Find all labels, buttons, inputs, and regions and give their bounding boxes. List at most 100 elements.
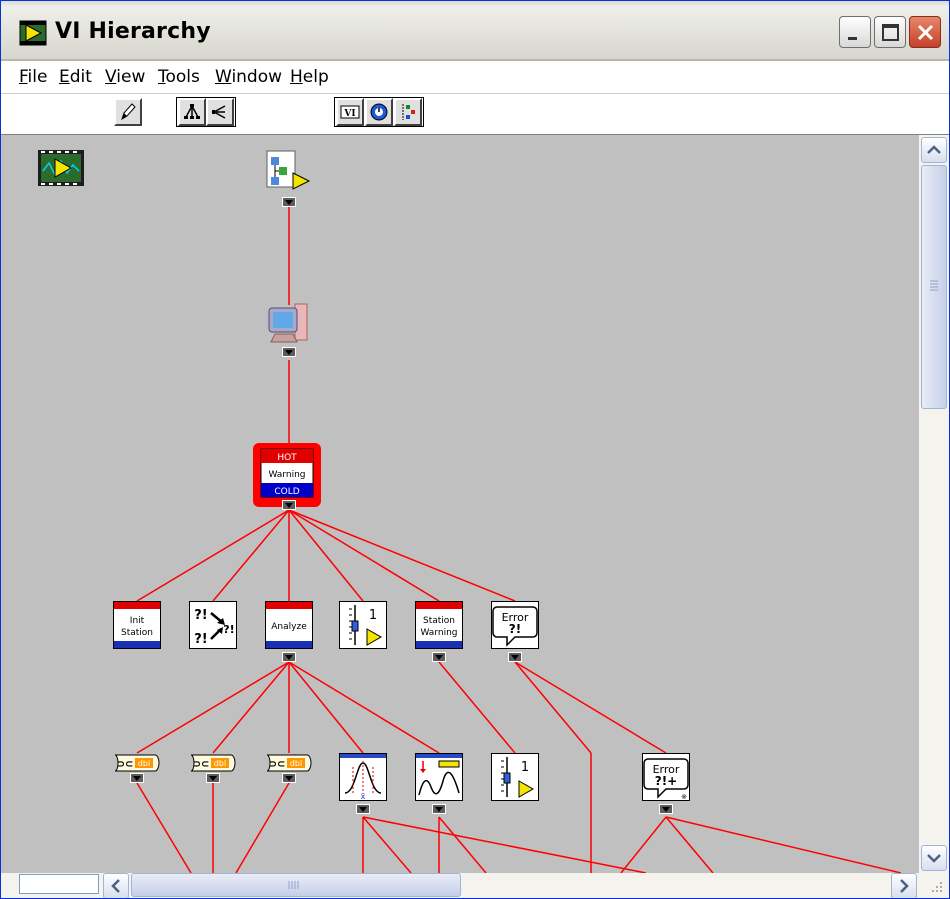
error-handler-plus-icon: Error ?!+ ※: [642, 753, 690, 801]
station-warning-vi-icon: Station Warning: [415, 601, 463, 649]
expand-toggle[interactable]: [282, 652, 296, 662]
scroll-left-button[interactable]: [103, 873, 129, 898]
menu-view[interactable]: View: [105, 67, 145, 87]
vertical-scroll-thumb[interactable]: [921, 165, 947, 409]
minimize-icon: [848, 37, 857, 40]
grip-icon: [930, 280, 938, 291]
labview-project-icon[interactable]: [37, 149, 85, 197]
svg-text:1: 1: [369, 608, 377, 623]
horizontal-layout-button[interactable]: [206, 98, 234, 126]
expand-toggle[interactable]: [508, 652, 522, 662]
menu-window[interactable]: Window: [215, 67, 282, 87]
conversion-dbl-icon: ⊃⊂ dbl: [190, 754, 236, 772]
svg-text:Analyze: Analyze: [271, 622, 307, 632]
maximize-button[interactable]: [874, 16, 906, 48]
horizontal-layout-icon: [212, 105, 226, 119]
menu-tools[interactable]: Tools: [158, 67, 200, 87]
slider-node[interactable]: 1: [339, 601, 387, 649]
slider-vi-icon: 1: [491, 753, 539, 801]
show-typedefs-button[interactable]: [394, 98, 422, 126]
show-vis-button[interactable]: VI: [336, 98, 364, 126]
window-title: VI Hierarchy: [55, 19, 211, 44]
simple-error-handler-node[interactable]: Error ?!: [491, 601, 539, 649]
svg-text:Station: Station: [121, 628, 153, 638]
menu-edit[interactable]: Edit: [59, 67, 92, 87]
status-field: [19, 874, 99, 894]
scroll-right-button[interactable]: [891, 873, 917, 898]
conversion-dbl-icon: ⊃⊂ dbl: [266, 754, 312, 772]
my-computer-node[interactable]: [265, 300, 313, 348]
expand-toggle[interactable]: [206, 773, 220, 783]
menu-file[interactable]: File: [19, 67, 47, 87]
svg-text:Station: Station: [423, 616, 455, 626]
scroll-down-button[interactable]: [921, 845, 947, 871]
slider-vi-icon: 1: [339, 601, 387, 649]
error-prompt-icon: ?! ?! ?!: [189, 601, 237, 649]
svg-text:Warning: Warning: [268, 470, 305, 480]
show-vis-icon: VI: [340, 105, 360, 119]
expand-toggle[interactable]: [432, 652, 446, 662]
horizontal-scrollbar[interactable]: [101, 873, 919, 898]
mean-node[interactable]: x̄: [339, 753, 387, 801]
general-error-handler-node[interactable]: Error ?!+ ※: [642, 753, 690, 801]
svg-text:?!: ?!: [194, 608, 207, 623]
svg-text:?!: ?!: [509, 622, 521, 636]
to-dbl-node[interactable]: ⊃⊂ dbl: [113, 751, 161, 775]
svg-text:dbl: dbl: [138, 759, 150, 768]
show-globals-button[interactable]: [365, 98, 393, 126]
edit-pencil-button[interactable]: [114, 98, 142, 126]
minimize-button[interactable]: [839, 16, 871, 48]
expand-toggle[interactable]: [659, 804, 673, 814]
title-bar[interactable]: VI Hierarchy: [1, 1, 949, 61]
horizontal-scroll-thumb[interactable]: [131, 873, 461, 897]
expand-toggle[interactable]: [282, 347, 296, 357]
waveform-node[interactable]: [415, 753, 463, 801]
error-prompt-node[interactable]: ?! ?! ?!: [189, 601, 237, 649]
analyze-node[interactable]: Analyze: [265, 601, 313, 649]
expand-toggle[interactable]: [282, 500, 296, 510]
resize-grip-icon[interactable]: [925, 877, 945, 897]
analyze-vi-icon: Analyze: [265, 601, 313, 649]
svg-text:1: 1: [521, 760, 529, 775]
svg-text:Init: Init: [130, 616, 145, 626]
svg-text:dbl: dbl: [290, 759, 302, 768]
svg-text:?!: ?!: [194, 632, 207, 647]
vertical-layout-icon: [184, 104, 200, 119]
svg-text:VI: VI: [343, 109, 355, 119]
to-dbl-node[interactable]: ⊃⊂ dbl: [265, 751, 313, 775]
to-dbl-node[interactable]: ⊃⊂ dbl: [189, 751, 237, 775]
maximize-icon: [882, 24, 899, 41]
expand-toggle[interactable]: [282, 773, 296, 783]
svg-text:?!+: ?!+: [655, 774, 678, 788]
hierarchy-canvas[interactable]: HOT Warning COLD Init Station ?! ?! ?! A…: [1, 135, 919, 873]
vertical-layout-button[interactable]: [178, 98, 206, 126]
expand-toggle[interactable]: [130, 773, 144, 783]
svg-text:x̄: x̄: [361, 792, 366, 801]
edit-pencil-icon: [121, 103, 136, 121]
application-instance-node[interactable]: [265, 149, 313, 197]
expand-toggle[interactable]: [432, 804, 446, 814]
svg-text:⊃⊂: ⊃⊂: [269, 759, 286, 770]
slider-node[interactable]: 1: [491, 753, 539, 801]
menu-help[interactable]: Help: [290, 67, 329, 87]
close-button[interactable]: [909, 16, 941, 48]
normal-distribution-icon: x̄: [339, 753, 387, 801]
scroll-up-button[interactable]: [921, 137, 947, 163]
toolbar: VI: [1, 94, 949, 135]
application-icon: [266, 150, 311, 190]
expand-toggle[interactable]: [282, 197, 296, 207]
chevron-right-icon: [900, 879, 909, 893]
expand-toggle[interactable]: [356, 804, 370, 814]
vertical-scrollbar[interactable]: [919, 135, 949, 873]
svg-text:⊃⊂: ⊃⊂: [193, 759, 210, 770]
svg-text:COLD: COLD: [274, 487, 299, 497]
init-station-node[interactable]: Init Station: [113, 601, 161, 649]
computer-icon: [268, 303, 308, 343]
waveform-icon: [415, 753, 463, 801]
chevron-left-icon: [111, 879, 120, 893]
vi-hierarchy-window: VI Hierarchy File Edit View Tools Window…: [0, 0, 950, 899]
svg-text:Warning: Warning: [420, 628, 457, 638]
station-warning-node[interactable]: Station Warning: [415, 601, 463, 649]
show-globals-icon: [370, 103, 388, 121]
labview-vi-icon: [19, 20, 47, 46]
